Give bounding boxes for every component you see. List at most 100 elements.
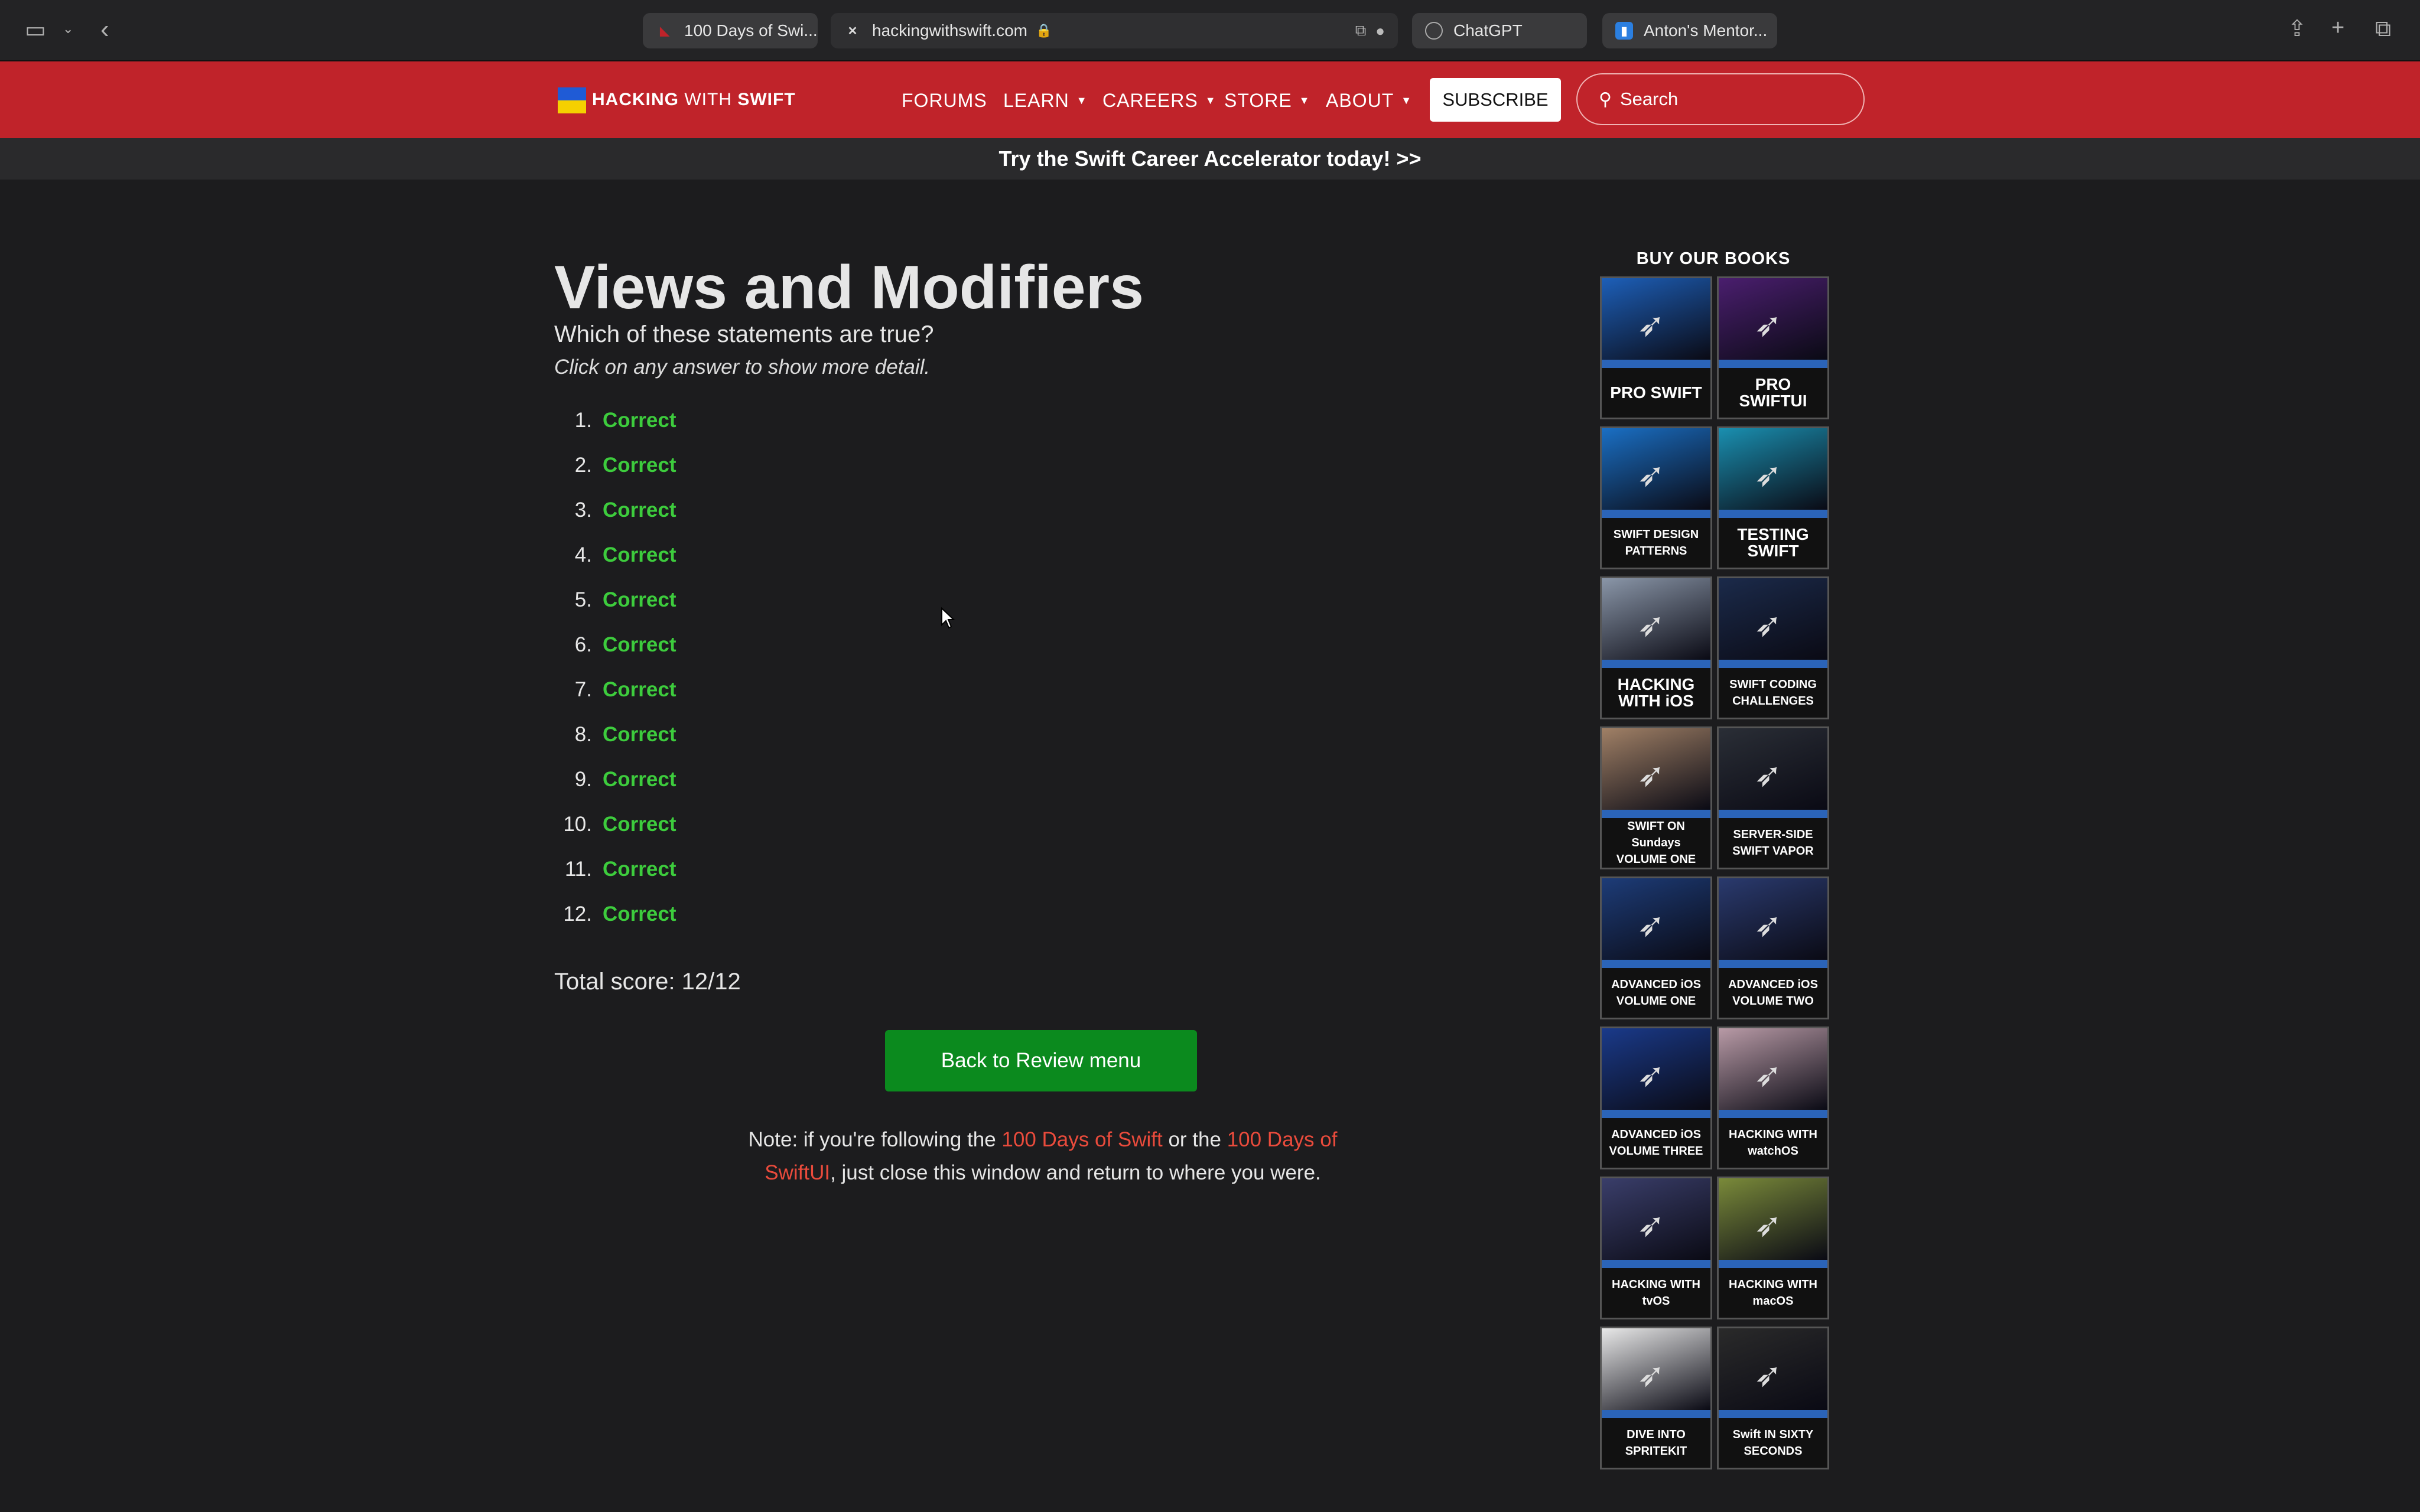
- answer-status: Correct: [603, 588, 676, 611]
- answer-item[interactable]: 11. Correct: [554, 855, 676, 884]
- translate-icon[interactable]: ⧉: [1355, 21, 1367, 40]
- back-to-review-button[interactable]: Back to Review menu: [885, 1030, 1197, 1091]
- share-icon[interactable]: ⇪: [2288, 18, 2307, 40]
- note-suffix: , just close this window and return to w…: [830, 1161, 1321, 1184]
- book-art: ➶: [1719, 278, 1827, 360]
- book-cover[interactable]: ➶ HACKING WITH watchOS: [1717, 1027, 1829, 1169]
- note-text: Note: if you're following the 100 Days o…: [739, 1123, 1347, 1190]
- book-stripe: [1602, 660, 1710, 668]
- promo-banner[interactable]: Try the Swift Career Accelerator today! …: [0, 138, 2420, 180]
- book-cover[interactable]: ➶ Swift IN SIXTY SECONDS: [1717, 1327, 1829, 1469]
- tab-chatgpt[interactable]: ChatGPT: [1412, 13, 1587, 48]
- answer-number: 10.: [563, 813, 592, 836]
- book-cover[interactable]: ➶ DIVE INTO SPRITEKIT: [1600, 1327, 1712, 1469]
- book-cover[interactable]: ➶ SERVER-SIDE SWIFT VAPOR: [1717, 726, 1829, 869]
- book-cover[interactable]: ➶ TESTING SWIFT: [1717, 426, 1829, 569]
- book-art: ➶: [1602, 878, 1710, 960]
- book-art: ➶: [1602, 578, 1710, 660]
- book-stripe: [1719, 660, 1827, 668]
- book-cover[interactable]: ➶ SWIFT ON Sundays VOLUME ONE: [1600, 726, 1712, 869]
- search-icon: ⚲: [1599, 89, 1612, 109]
- tab-label: Anton's Mentor...: [1644, 21, 1768, 40]
- book-cover[interactable]: ➶ PRO SWIFT: [1600, 276, 1712, 419]
- book-stripe: [1602, 510, 1710, 518]
- answer-item[interactable]: 1. Correct: [554, 406, 676, 435]
- tab-mentor[interactable]: ▮ Anton's Mentor...: [1602, 13, 1777, 48]
- new-tab-icon[interactable]: +: [2331, 17, 2344, 39]
- lock-icon: 🔒: [1035, 23, 1052, 38]
- answer-item[interactable]: 4. Correct: [554, 541, 676, 569]
- book-title: PRO SWIFTUI: [1719, 368, 1827, 418]
- swift-bird-icon: ➶: [1754, 1056, 1782, 1093]
- book-cover[interactable]: ➶ HACKING WITH tvOS: [1600, 1177, 1712, 1319]
- books-heading: BUY OUR BOOKS: [1636, 249, 1791, 268]
- book-cover[interactable]: ➶ SWIFT DESIGN PATTERNS: [1600, 426, 1712, 569]
- book-stripe: [1719, 1260, 1827, 1268]
- tab-100-days[interactable]: ◣ 100 Days of Swi...: [643, 13, 818, 48]
- answer-status: Correct: [603, 543, 676, 566]
- answer-item[interactable]: 8. Correct: [554, 721, 676, 749]
- book-art: ➶: [1719, 728, 1827, 810]
- book-cover[interactable]: ➶ ADVANCED iOS VOLUME TWO: [1717, 876, 1829, 1019]
- promo-text: Try the Swift Career Accelerator today! …: [998, 146, 1422, 171]
- book-art: ➶: [1602, 1028, 1710, 1110]
- ukraine-flag-icon: [558, 87, 586, 113]
- nav-careers[interactable]: CAREERS ▼: [1102, 90, 1216, 112]
- answer-item[interactable]: 2. Correct: [554, 451, 676, 480]
- answer-item[interactable]: 3. Correct: [554, 496, 676, 524]
- answer-item[interactable]: 6. Correct: [554, 631, 676, 659]
- link-100-days-swift[interactable]: 100 Days of Swift: [1001, 1128, 1162, 1151]
- total-score: Total score: 12/12: [554, 969, 741, 995]
- book-stripe: [1602, 1260, 1710, 1268]
- book-cover[interactable]: ➶ PRO SWIFTUI: [1717, 276, 1829, 419]
- answer-number: 3.: [574, 498, 592, 522]
- answer-item[interactable]: 12. Correct: [554, 900, 676, 928]
- caret-down-icon: ▼: [1299, 94, 1310, 106]
- swift-bird-icon: ➶: [1637, 306, 1665, 343]
- tab-overview-icon[interactable]: ⧉: [2375, 18, 2391, 40]
- answer-number: 12.: [563, 902, 592, 926]
- page-title: Views and Modifiers: [554, 253, 1144, 322]
- answer-status: Correct: [603, 858, 676, 881]
- answer-item[interactable]: 7. Correct: [554, 676, 676, 704]
- chatgpt-icon: [1425, 22, 1443, 40]
- search-input[interactable]: ⚲ Search: [1576, 73, 1865, 125]
- site-logo[interactable]: HACKING WITH SWIFT: [592, 90, 796, 110]
- book-stripe: [1602, 810, 1710, 818]
- book-cover[interactable]: ➶ ADVANCED iOS VOLUME ONE: [1600, 876, 1712, 1019]
- book-cover[interactable]: ➶ HACKING WITH iOS: [1600, 576, 1712, 719]
- subscribe-button[interactable]: SUBSCRIBE: [1430, 78, 1561, 122]
- book-cover[interactable]: ➶ SWIFT CODING CHALLENGES: [1717, 576, 1829, 719]
- nav-store[interactable]: STORE ▼: [1224, 90, 1310, 112]
- answer-item[interactable]: 9. Correct: [554, 765, 676, 794]
- book-cover[interactable]: ➶ ADVANCED iOS VOLUME THREE: [1600, 1027, 1712, 1169]
- nav-label: STORE: [1224, 90, 1292, 111]
- mouse-cursor-icon: [941, 607, 955, 629]
- book-cover[interactable]: ➶ HACKING WITH macOS: [1717, 1177, 1829, 1319]
- nav-about[interactable]: ABOUT ▼: [1326, 90, 1412, 112]
- answer-number: 9.: [574, 768, 592, 791]
- book-title: ADVANCED iOS VOLUME TWO: [1719, 968, 1827, 1018]
- nav-forums[interactable]: FORUMS: [902, 90, 987, 112]
- chevron-down-icon[interactable]: ⌄: [63, 22, 73, 35]
- book-title: PRO SWIFT: [1602, 368, 1710, 418]
- instruction-text: Click on any answer to show more detail.: [554, 356, 931, 379]
- answer-status: Correct: [603, 768, 676, 791]
- caret-down-icon: ▼: [1205, 94, 1216, 106]
- nav-learn[interactable]: LEARN ▼: [1003, 90, 1088, 112]
- swift-bird-icon: ➶: [1754, 756, 1782, 793]
- more-icon[interactable]: ●: [1375, 22, 1385, 40]
- tab-label: ChatGPT: [1453, 21, 1523, 40]
- close-icon[interactable]: ✕: [844, 22, 861, 40]
- tab-active-address[interactable]: ✕ hackingwithswift.com 🔒 ⧉ ●: [831, 13, 1398, 48]
- swift-bird-icon: ➶: [1637, 456, 1665, 493]
- sidebar-toggle-icon[interactable]: ▭: [25, 19, 46, 41]
- answer-item[interactable]: 5. Correct: [554, 586, 676, 614]
- answer-item[interactable]: 10. Correct: [554, 810, 676, 839]
- book-stripe: [1602, 360, 1710, 368]
- swift-bird-icon: ➶: [1637, 906, 1665, 943]
- swift-bird-icon: ➶: [1637, 606, 1665, 643]
- back-icon[interactable]: ‹: [100, 17, 109, 43]
- book-art: ➶: [1719, 428, 1827, 510]
- nav-label: ABOUT: [1326, 90, 1394, 111]
